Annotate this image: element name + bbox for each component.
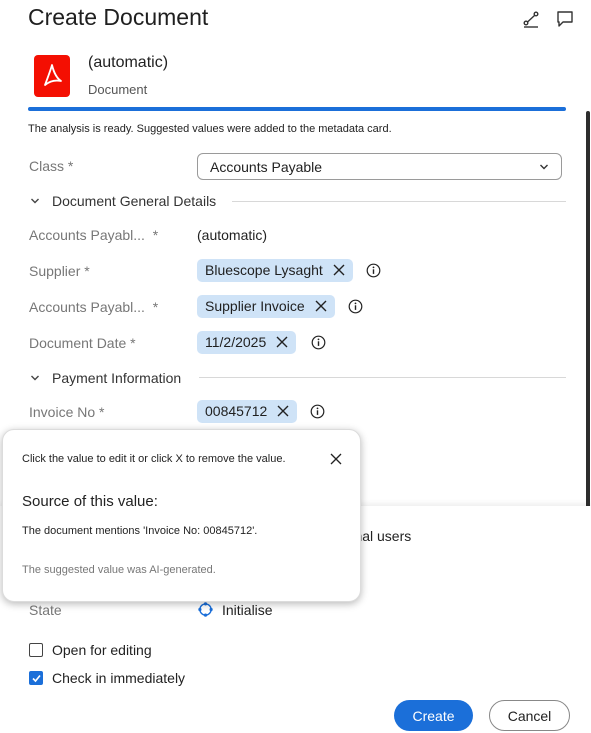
workflow-state-icon — [198, 602, 213, 617]
open-for-editing-label[interactable]: Open for editing — [52, 642, 152, 658]
section-divider — [232, 201, 566, 202]
open-for-editing-checkbox[interactable] — [29, 643, 43, 657]
pdf-file-icon — [34, 55, 70, 97]
popover-hint: Click the value to edit it or click X to… — [22, 453, 286, 465]
class-label: Class * — [29, 158, 74, 174]
popover-footer: The suggested value was AI-generated. — [22, 564, 216, 576]
chip-value: 00845712 — [205, 403, 268, 419]
workflow-icon[interactable] — [522, 10, 540, 28]
info-icon[interactable] — [310, 404, 325, 419]
class-select[interactable]: Accounts Payable — [197, 153, 562, 180]
remove-value-icon[interactable] — [277, 405, 289, 417]
analysis-progress-bar — [28, 107, 566, 111]
chip-value: Supplier Invoice — [205, 298, 305, 314]
check-in-immediately-checkbox[interactable] — [29, 671, 43, 685]
check-in-immediately-label[interactable]: Check in immediately — [52, 670, 185, 686]
supplier-label: Supplier * — [29, 263, 90, 279]
section-payment-information[interactable]: Payment Information — [30, 370, 181, 386]
chevron-down-icon — [540, 164, 548, 170]
document-date-label: Document Date * — [29, 335, 136, 351]
value-source-popover: Click the value to edit it or click X to… — [2, 429, 361, 602]
popover-heading: Source of this value: — [22, 493, 158, 510]
class-select-value: Accounts Payable — [210, 159, 323, 175]
section-document-general-details[interactable]: Document General Details — [30, 193, 216, 209]
remove-value-icon[interactable] — [276, 336, 288, 348]
state-value: Initialise — [222, 602, 273, 618]
chip-value: 11/2/2025 — [205, 334, 267, 350]
info-icon[interactable] — [366, 263, 381, 278]
ap-number-value: (automatic) — [197, 227, 268, 243]
invoice-no-label: Invoice No * — [29, 404, 105, 420]
ap-type-chip[interactable]: Supplier Invoice — [197, 295, 335, 318]
ap-number-label: Accounts Payabl... * — [29, 227, 159, 243]
create-button[interactable]: Create — [394, 700, 473, 731]
chevron-down-icon — [31, 198, 39, 204]
document-date-chip[interactable]: 11/2/2025 — [197, 331, 297, 354]
supplier-chip[interactable]: Bluescope Lysaght — [197, 259, 353, 282]
scrollbar[interactable] — [586, 111, 590, 511]
remove-value-icon[interactable] — [333, 264, 345, 276]
close-icon[interactable] — [330, 453, 342, 465]
info-icon[interactable] — [348, 299, 363, 314]
chevron-down-icon — [31, 375, 39, 381]
invoice-no-chip[interactable]: 00845712 — [197, 400, 298, 423]
ap-type-label: Accounts Payabl... * — [29, 299, 159, 315]
info-icon[interactable] — [311, 335, 326, 350]
chip-value: Bluescope Lysaght — [205, 262, 323, 278]
comment-icon[interactable] — [556, 10, 574, 28]
document-type: Document — [88, 82, 148, 97]
state-label: State — [29, 602, 62, 618]
section-title: Payment Information — [52, 370, 182, 386]
popover-body: The document mentions 'Invoice No: 00845… — [22, 525, 258, 537]
checkmark-icon — [32, 674, 41, 683]
page-title: Create Document — [28, 4, 209, 30]
remove-value-icon[interactable] — [315, 300, 327, 312]
section-title: Document General Details — [52, 193, 217, 209]
document-name: (automatic) — [88, 54, 169, 71]
analysis-message: The analysis is ready. Suggested values … — [28, 123, 392, 135]
cancel-button[interactable]: Cancel — [489, 700, 570, 731]
section-divider — [199, 377, 566, 378]
